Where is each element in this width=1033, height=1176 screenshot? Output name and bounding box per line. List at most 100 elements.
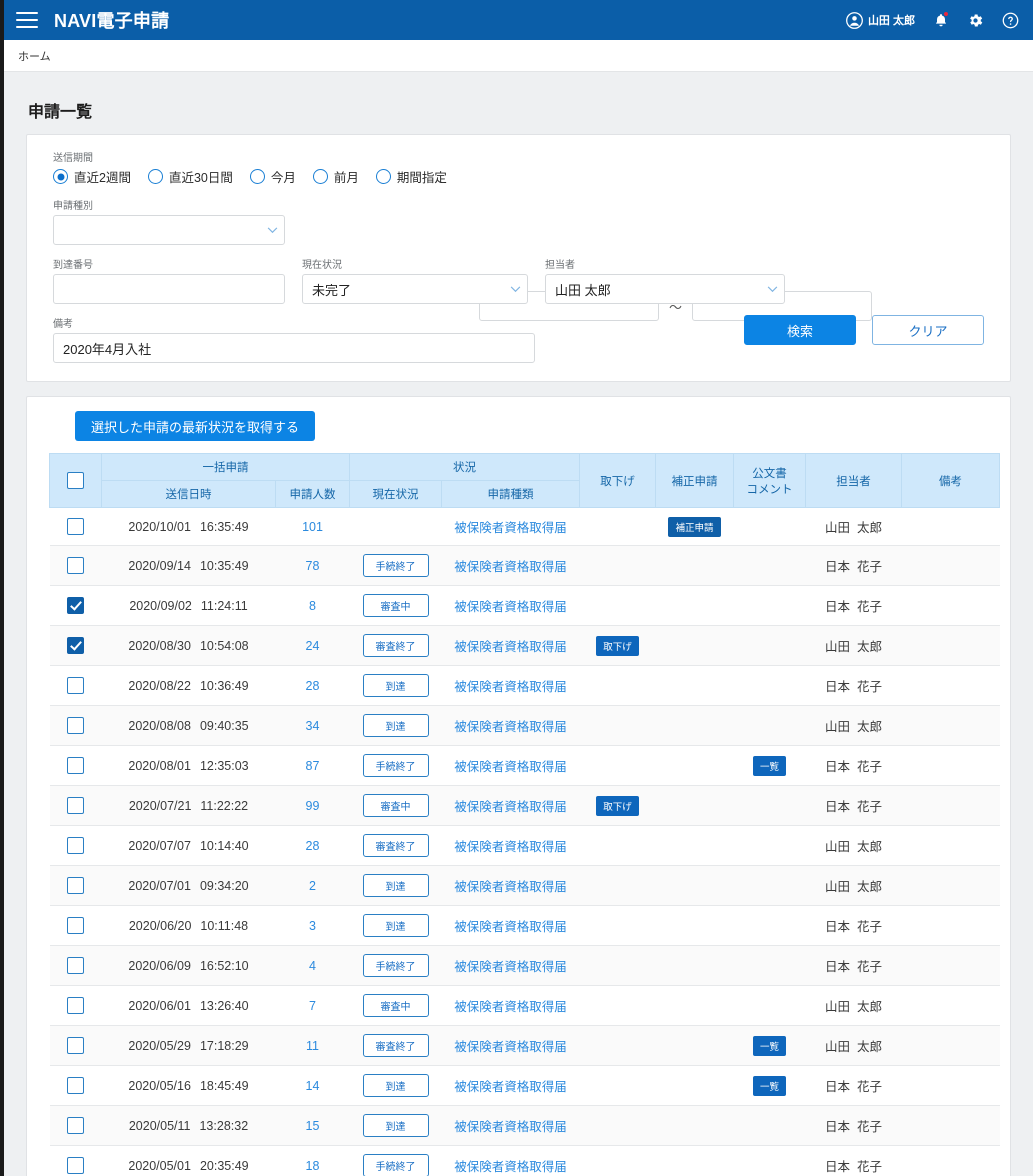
app-type-link[interactable]: 被保険者資格取得届 <box>454 1120 567 1134</box>
count-link[interactable]: 3 <box>309 919 316 933</box>
gear-icon[interactable] <box>967 12 984 29</box>
app-type-link[interactable]: 被保険者資格取得届 <box>454 960 567 974</box>
bell-icon[interactable] <box>933 10 949 29</box>
status-button[interactable]: 審査中 <box>362 594 429 617</box>
table-row[interactable]: 2020/07/21 11:22:22 99 審査中 被保険者資格取得届 取下げ 日本 花子 <box>49 785 1000 826</box>
table-row[interactable]: 2020/07/01 09:34:20 2 到達 被保険者資格取得届 山田 太郎 <box>49 865 1000 906</box>
status-button[interactable]: 到達 <box>362 674 429 697</box>
table-row[interactable]: 2020/05/29 17:18:29 11 審査終了 被保険者資格取得届 一覧 山田 太郎 <box>49 1025 1000 1066</box>
count-link[interactable]: 11 <box>306 1039 319 1053</box>
app-type-link[interactable]: 被保険者資格取得届 <box>454 1040 567 1054</box>
status-button[interactable]: 手続終了 <box>362 754 429 777</box>
table-row[interactable]: 2020/08/08 09:40:35 34 到達 被保険者資格取得届 山田 太郎 <box>49 705 1000 746</box>
radio-option-lastmonth[interactable]: 前月 <box>312 167 359 186</box>
app-type-link[interactable]: 被保険者資格取得届 <box>454 560 567 574</box>
row-checkbox[interactable] <box>67 1117 84 1134</box>
staff-select[interactable] <box>545 274 785 304</box>
clear-button[interactable]: クリア <box>872 315 984 345</box>
status-button[interactable]: 到達 <box>362 874 429 897</box>
app-type-link[interactable]: 被保険者資格取得届 <box>454 880 567 894</box>
count-link[interactable]: 101 <box>302 520 323 534</box>
status-button[interactable]: 手続終了 <box>362 554 429 577</box>
radio-option-last2weeks[interactable]: 直近2週間 <box>53 167 131 186</box>
row-checkbox[interactable] <box>67 757 84 774</box>
status-button[interactable]: 審査終了 <box>362 834 429 857</box>
status-button[interactable]: 手続終了 <box>362 954 429 977</box>
status-button[interactable]: 審査中 <box>362 794 429 817</box>
count-link[interactable]: 4 <box>309 959 316 973</box>
status-button[interactable]: 到達 <box>362 914 429 937</box>
row-checkbox[interactable] <box>67 597 84 614</box>
count-link[interactable]: 15 <box>306 1119 320 1133</box>
count-link[interactable]: 28 <box>306 679 320 693</box>
row-checkbox[interactable] <box>67 518 84 535</box>
radio-option-last30days[interactable]: 直近30日間 <box>147 167 233 186</box>
official-comment-badge[interactable]: 一覧 <box>752 1035 786 1056</box>
table-row[interactable]: 2020/09/14 10:35:49 78 手続終了 被保険者資格取得届 日本 花子 <box>49 545 1000 586</box>
app-type-link[interactable]: 被保険者資格取得届 <box>454 920 567 934</box>
row-checkbox[interactable] <box>67 557 84 574</box>
row-checkbox[interactable] <box>67 717 84 734</box>
arrival-number-input[interactable] <box>53 274 285 304</box>
status-button[interactable]: 到達 <box>362 1114 429 1137</box>
table-row[interactable]: 2020/08/30 10:54:08 24 審査終了 被保険者資格取得届 取下げ 山田 太郎 <box>49 625 1000 666</box>
hamburger-icon[interactable] <box>16 12 38 28</box>
app-type-link[interactable]: 被保険者資格取得届 <box>454 1160 567 1174</box>
user-menu[interactable]: 山田 太郎 <box>846 11 915 29</box>
staff-select-wrap[interactable] <box>545 274 785 304</box>
row-checkbox[interactable] <box>67 1077 84 1094</box>
table-row[interactable]: 2020/05/16 18:45:49 14 到達 被保険者資格取得届 一覧 日本 花子 <box>49 1065 1000 1106</box>
status-button[interactable]: 到達 <box>362 1074 429 1097</box>
table-row[interactable]: 2020/09/02 11:24:11 8 審査中 被保険者資格取得届 日本 花子 <box>49 585 1000 626</box>
status-button[interactable]: 審査終了 <box>362 634 429 657</box>
radio-option-custom-range[interactable]: 期間指定 <box>375 167 447 186</box>
count-link[interactable]: 2 <box>309 879 316 893</box>
official-comment-badge[interactable]: 一覧 <box>752 755 786 776</box>
status-button[interactable]: 到達 <box>362 714 429 737</box>
app-type-link[interactable]: 被保険者資格取得届 <box>454 521 567 535</box>
status-button[interactable]: 手続終了 <box>362 1154 429 1176</box>
table-row[interactable]: 2020/05/11 13:28:32 15 到達 被保険者資格取得届 日本 花子 <box>49 1105 1000 1146</box>
row-checkbox[interactable] <box>67 837 84 854</box>
count-link[interactable]: 8 <box>309 599 316 613</box>
table-row[interactable]: 2020/06/09 16:52:10 4 手続終了 被保険者資格取得届 日本 花子 <box>49 945 1000 986</box>
row-checkbox[interactable] <box>67 677 84 694</box>
app-type-link[interactable]: 被保険者資格取得届 <box>454 800 567 814</box>
breadcrumb-home[interactable]: ホーム <box>18 48 51 64</box>
row-checkbox[interactable] <box>67 957 84 974</box>
table-row[interactable]: 2020/06/20 10:11:48 3 到達 被保険者資格取得届 日本 花子 <box>49 905 1000 946</box>
app-type-link[interactable]: 被保険者資格取得届 <box>454 640 567 654</box>
withdraw-badge[interactable]: 取下げ <box>596 635 639 656</box>
row-checkbox[interactable] <box>67 877 84 894</box>
app-type-link[interactable]: 被保険者資格取得届 <box>454 1080 567 1094</box>
withdraw-badge[interactable]: 取下げ <box>596 795 639 816</box>
row-checkbox[interactable] <box>67 1157 84 1174</box>
count-link[interactable]: 34 <box>306 719 320 733</box>
row-checkbox[interactable] <box>67 637 84 654</box>
table-row[interactable]: 2020/06/01 13:26:40 7 審査中 被保険者資格取得届 山田 太郎 <box>49 985 1000 1026</box>
row-checkbox[interactable] <box>67 997 84 1014</box>
count-link[interactable]: 28 <box>306 839 320 853</box>
row-checkbox[interactable] <box>67 797 84 814</box>
app-type-link[interactable]: 被保険者資格取得届 <box>454 840 567 854</box>
app-type-link[interactable]: 被保険者資格取得届 <box>454 1000 567 1014</box>
row-checkbox[interactable] <box>67 917 84 934</box>
help-circle-icon[interactable] <box>1002 12 1019 29</box>
application-type-select-wrap[interactable] <box>53 215 285 245</box>
table-row[interactable]: 2020/08/01 12:35:03 87 手続終了 被保険者資格取得届 一覧 日本 花子 <box>49 745 1000 786</box>
fetch-latest-status-button[interactable]: 選択した申請の最新状況を取得する <box>75 411 316 441</box>
count-link[interactable]: 78 <box>306 559 320 573</box>
note-input[interactable] <box>53 333 535 363</box>
table-row[interactable]: 2020/10/01 16:35:49 101 被保険者資格取得届 補正申請 山田 太郎 <box>49 507 1000 546</box>
table-row[interactable]: 2020/07/07 10:14:40 28 審査終了 被保険者資格取得届 山田 太郎 <box>49 825 1000 866</box>
app-type-link[interactable]: 被保険者資格取得届 <box>454 680 567 694</box>
select-all-checkbox[interactable] <box>67 472 84 489</box>
official-comment-badge[interactable]: 一覧 <box>752 1075 786 1096</box>
current-status-select[interactable] <box>302 274 528 304</box>
table-row[interactable]: 2020/05/01 20:35:49 18 手続終了 被保険者資格取得届 日本 花子 <box>49 1145 1000 1176</box>
count-link[interactable]: 99 <box>306 799 320 813</box>
app-type-link[interactable]: 被保険者資格取得届 <box>454 760 567 774</box>
status-button[interactable]: 審査終了 <box>362 1034 429 1057</box>
search-button[interactable]: 検索 <box>744 315 856 345</box>
amend-badge[interactable]: 補正申請 <box>668 516 721 537</box>
